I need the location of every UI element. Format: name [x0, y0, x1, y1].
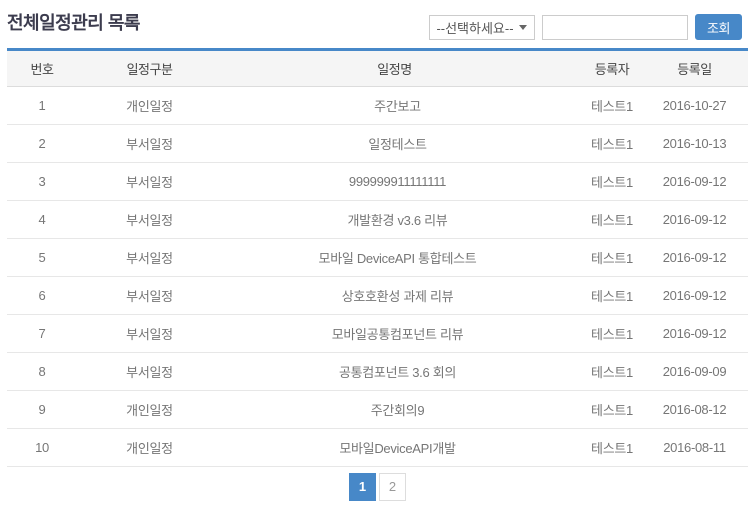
schedule-management-page: 전체일정관리 목록 --선택하세요-- 조회 번호 일정구분 일정명 등록자 등… — [0, 0, 755, 507]
cell-schedule-name: 모바일DeviceAPI개발 — [222, 429, 567, 467]
search-input[interactable] — [542, 15, 688, 40]
column-header-category: 일정구분 — [77, 50, 222, 87]
page-header: 전체일정관리 목록 --선택하세요-- 조회 — [0, 0, 755, 48]
cell-no: 6 — [7, 277, 77, 315]
cell-category: 부서일정 — [77, 353, 222, 391]
table-row[interactable]: 10 개인일정 모바일DeviceAPI개발 테스트1 2016-08-11 — [7, 429, 748, 467]
cell-no: 2 — [7, 125, 77, 163]
page-button[interactable]: 1 — [349, 473, 376, 501]
column-header-schedule-name: 일정명 — [222, 50, 567, 87]
cell-schedule-name: 상호호환성 과제 리뷰 — [222, 277, 567, 315]
cell-registrant: 테스트1 — [567, 239, 657, 277]
cell-date: 2016-08-11 — [657, 429, 748, 467]
cell-no: 3 — [7, 163, 77, 201]
cell-schedule-name: 주간보고 — [222, 87, 567, 125]
cell-registrant: 테스트1 — [567, 277, 657, 315]
table-row[interactable]: 6 부서일정 상호호환성 과제 리뷰 테스트1 2016-09-12 — [7, 277, 748, 315]
table-row[interactable]: 1 개인일정 주간보고 테스트1 2016-10-27 — [7, 87, 748, 125]
schedule-table: 번호 일정구분 일정명 등록자 등록일 1 개인일정 주간보고 테스트1 201… — [7, 48, 748, 467]
column-header-date: 등록일 — [657, 50, 748, 87]
search-toolbar: --선택하세요-- 조회 — [429, 15, 742, 40]
page-button[interactable]: 2 — [379, 473, 406, 501]
cell-no: 8 — [7, 353, 77, 391]
cell-registrant: 테스트1 — [567, 87, 657, 125]
cell-no: 10 — [7, 429, 77, 467]
cell-schedule-name: 일정테스트 — [222, 125, 567, 163]
table-body: 1 개인일정 주간보고 테스트1 2016-10-27 2 부서일정 일정테스트… — [7, 87, 748, 467]
cell-no: 9 — [7, 391, 77, 429]
cell-date: 2016-09-12 — [657, 201, 748, 239]
search-button[interactable]: 조회 — [695, 14, 742, 40]
cell-registrant: 테스트1 — [567, 125, 657, 163]
cell-schedule-name: 개발환경 v3.6 리뷰 — [222, 201, 567, 239]
table-row[interactable]: 5 부서일정 모바일 DeviceAPI 통합테스트 테스트1 2016-09-… — [7, 239, 748, 277]
cell-category: 부서일정 — [77, 125, 222, 163]
table-header: 번호 일정구분 일정명 등록자 등록일 — [7, 50, 748, 87]
cell-category: 개인일정 — [77, 391, 222, 429]
cell-date: 2016-09-12 — [657, 163, 748, 201]
cell-category: 부서일정 — [77, 239, 222, 277]
cell-date: 2016-09-09 — [657, 353, 748, 391]
page-title: 전체일정관리 목록 — [7, 12, 140, 34]
cell-date: 2016-09-12 — [657, 315, 748, 353]
table-row[interactable]: 7 부서일정 모바일공통컴포넌트 리뷰 테스트1 2016-09-12 — [7, 315, 748, 353]
cell-category: 부서일정 — [77, 277, 222, 315]
cell-date: 2016-09-12 — [657, 277, 748, 315]
cell-date: 2016-10-27 — [657, 87, 748, 125]
cell-registrant: 테스트1 — [567, 201, 657, 239]
table-row[interactable]: 3 부서일정 999999911111111 테스트1 2016-09-12 — [7, 163, 748, 201]
table-row[interactable]: 8 부서일정 공통컴포넌트 3.6 회의 테스트1 2016-09-09 — [7, 353, 748, 391]
cell-registrant: 테스트1 — [567, 353, 657, 391]
column-header-no: 번호 — [7, 50, 77, 87]
cell-schedule-name: 999999911111111 — [222, 163, 567, 201]
cell-schedule-name: 모바일공통컴포넌트 리뷰 — [222, 315, 567, 353]
cell-registrant: 테스트1 — [567, 429, 657, 467]
select-value-label: --선택하세요-- — [436, 18, 513, 37]
cell-no: 4 — [7, 201, 77, 239]
cell-registrant: 테스트1 — [567, 315, 657, 353]
cell-schedule-name: 공통컴포넌트 3.6 회의 — [222, 353, 567, 391]
cell-category: 개인일정 — [77, 87, 222, 125]
cell-category: 개인일정 — [77, 429, 222, 467]
cell-no: 1 — [7, 87, 77, 125]
chevron-down-icon — [519, 25, 527, 30]
column-header-registrant: 등록자 — [567, 50, 657, 87]
cell-schedule-name: 주간회의9 — [222, 391, 567, 429]
cell-category: 부서일정 — [77, 315, 222, 353]
table-row[interactable]: 4 부서일정 개발환경 v3.6 리뷰 테스트1 2016-09-12 — [7, 201, 748, 239]
cell-no: 5 — [7, 239, 77, 277]
cell-category: 부서일정 — [77, 201, 222, 239]
search-category-select[interactable]: --선택하세요-- — [429, 15, 535, 40]
table-row[interactable]: 9 개인일정 주간회의9 테스트1 2016-08-12 — [7, 391, 748, 429]
cell-category: 부서일정 — [77, 163, 222, 201]
cell-no: 7 — [7, 315, 77, 353]
cell-date: 2016-09-12 — [657, 239, 748, 277]
cell-schedule-name: 모바일 DeviceAPI 통합테스트 — [222, 239, 567, 277]
cell-date: 2016-08-12 — [657, 391, 748, 429]
cell-registrant: 테스트1 — [567, 391, 657, 429]
cell-date: 2016-10-13 — [657, 125, 748, 163]
pagination: 1 2 — [0, 473, 755, 501]
cell-registrant: 테스트1 — [567, 163, 657, 201]
table-row[interactable]: 2 부서일정 일정테스트 테스트1 2016-10-13 — [7, 125, 748, 163]
